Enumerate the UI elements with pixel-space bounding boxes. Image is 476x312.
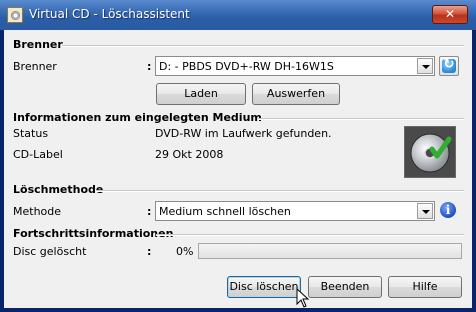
- progress-colon: :: [147, 245, 152, 258]
- burner-select-value: D: - PBDS DVD+-RW DH-16W1S: [159, 60, 334, 73]
- method-label: Methode: [13, 205, 62, 218]
- burner-label: Brenner: [13, 60, 57, 73]
- method-select-value: Medium schnell löschen: [159, 205, 291, 218]
- section-divider: [258, 118, 464, 120]
- mouse-cursor-icon: [296, 288, 310, 308]
- section-title-progress: Fortschrittsinformationen: [13, 227, 174, 240]
- refresh-icon: [442, 57, 456, 73]
- title-bar[interactable]: Virtual CD - Löschassistent ✕: [0, 0, 476, 30]
- progress-percent: 0%: [176, 245, 194, 258]
- quit-button[interactable]: Beenden: [308, 276, 382, 298]
- window-title: Virtual CD - Löschassistent: [29, 7, 190, 21]
- chevron-down-icon[interactable]: [417, 58, 433, 74]
- erase-disc-button[interactable]: Disc löschen: [227, 276, 301, 298]
- section-divider: [62, 45, 464, 47]
- method-colon: :: [147, 205, 152, 218]
- progress-label: Disc gelöscht: [13, 245, 87, 258]
- dialog-window: Virtual CD - Löschassistent ✕ Brenner Br…: [0, 0, 476, 312]
- dialog-body: Brenner Brenner : D: - PBDS DVD+-RW DH-1…: [4, 30, 472, 308]
- burner-colon: :: [147, 60, 152, 73]
- info-button[interactable]: i: [439, 201, 459, 221]
- cdlabel-value: 29 Okt 2008: [155, 148, 224, 161]
- help-button[interactable]: Hilfe: [388, 276, 462, 298]
- section-title-burner: Brenner: [13, 38, 63, 51]
- load-button[interactable]: Laden: [156, 83, 246, 105]
- status-label: Status: [13, 127, 49, 140]
- status-value: DVD-RW im Laufwerk gefunden.: [155, 127, 332, 140]
- info-icon: i: [440, 202, 456, 218]
- refresh-button[interactable]: [439, 56, 459, 76]
- disc-icon: [11, 11, 20, 20]
- eject-button[interactable]: Auswerfen: [252, 83, 340, 105]
- section-divider: [96, 190, 464, 192]
- section-title-method: Löschmethode: [13, 183, 104, 196]
- method-select[interactable]: Medium schnell löschen: [155, 201, 435, 221]
- burner-select[interactable]: D: - PBDS DVD+-RW DH-16W1S: [155, 56, 435, 76]
- section-divider: [156, 234, 464, 236]
- chevron-down-icon[interactable]: [417, 203, 433, 219]
- disc-check-icon: [404, 126, 456, 178]
- app-icon: [7, 7, 23, 23]
- disc-check-graphic: [410, 133, 452, 173]
- close-button[interactable]: ✕: [432, 5, 468, 24]
- cdlabel-label: CD-Label: [13, 148, 63, 161]
- section-title-media: Informationen zum eingelegten Medium: [13, 111, 262, 124]
- progress-bar: [198, 243, 462, 259]
